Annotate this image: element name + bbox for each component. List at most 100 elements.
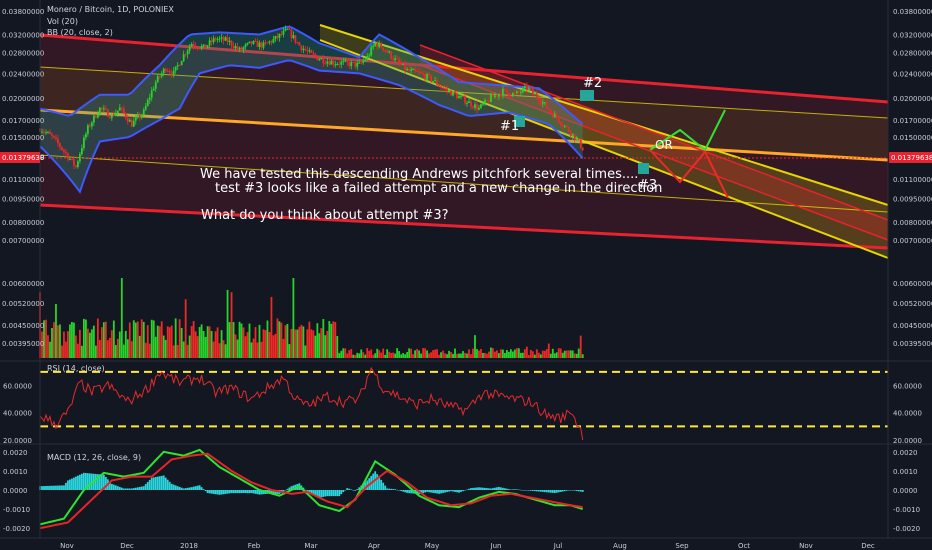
- chart-window: 60.0000 60.0000 40.0000 40.0000 20.0000 20.00…: [0, 0, 932, 550]
- macd-histogram-bar: [320, 490, 323, 498]
- volume-bar: [210, 330, 213, 358]
- marker-2-label: #2: [583, 76, 602, 91]
- volume-bar: [545, 349, 548, 358]
- volume-bar: [557, 348, 560, 358]
- volume-bar: [350, 348, 353, 358]
- macd-axis-label-left: -0.0010: [3, 506, 30, 514]
- candle-body: [551, 113, 554, 118]
- candle-body: [308, 50, 311, 52]
- candle-body: [527, 88, 530, 91]
- time-axis-label: Dec: [120, 542, 134, 550]
- candle-body: [472, 106, 474, 108]
- volume-bar: [498, 353, 500, 358]
- price-chart[interactable]: 60.0000 60.000040.0000 40.000020.0000 20.00…: [0, 0, 932, 550]
- volume-bar: [238, 321, 241, 358]
- volume-bar: [286, 323, 289, 358]
- candle-body: [362, 61, 365, 63]
- macd-axis-label-right: 0.0000: [893, 487, 918, 495]
- volume-bar: [414, 350, 417, 358]
- macd-histogram-bar: [354, 490, 357, 491]
- volume-bar: [438, 354, 440, 358]
- macd-axis-label-left: 0.0020: [3, 449, 28, 457]
- macd-histogram-bar: [148, 479, 151, 490]
- candle-body: [232, 45, 235, 49]
- candle-body: [519, 92, 522, 94]
- candle-body: [190, 43, 193, 47]
- candle-body: [120, 107, 123, 109]
- or-label: OR: [655, 138, 673, 152]
- macd-histogram-bar: [402, 490, 405, 492]
- candle-body: [47, 131, 49, 133]
- macd-histogram-bar: [450, 490, 452, 492]
- volume-bar: [282, 338, 285, 358]
- candle-body: [73, 158, 75, 166]
- volume-bar: [398, 351, 401, 358]
- volume-bar: [250, 342, 253, 358]
- volume-bar: [352, 354, 355, 358]
- candle-body: [555, 114, 558, 119]
- macd-histogram-bar: [182, 488, 185, 490]
- macd-axis-label-left: 0.0000: [3, 487, 28, 495]
- price-axis-label-right: 0.01500000: [893, 134, 932, 142]
- volume-bar: [69, 324, 71, 358]
- macd-histogram-bar: [533, 490, 536, 492]
- macd-histogram-bar: [206, 490, 209, 494]
- candle-body: [390, 51, 393, 59]
- macd-histogram-bar: [120, 487, 123, 490]
- macd-histogram-bar: [94, 473, 97, 490]
- annotation-line-1: We have tested this descending Andrews p…: [200, 167, 638, 182]
- macd-histogram-bar: [218, 490, 221, 495]
- macd-histogram-bar: [330, 490, 333, 497]
- macd-histogram-bar: [547, 490, 550, 493]
- volume-bar: [82, 318, 85, 358]
- macd-histogram-bar: [350, 489, 353, 490]
- candle-body: [290, 29, 293, 39]
- macd-histogram-bar: [232, 490, 235, 494]
- volume-bar: [547, 343, 550, 358]
- macd-axis-label-right: -0.0010: [893, 506, 920, 514]
- macd-histogram-bar: [256, 490, 259, 495]
- volume-bar: [256, 342, 259, 358]
- macd-histogram-bar: [71, 478, 73, 490]
- candle-body: [270, 41, 273, 43]
- volume-bar: [476, 349, 478, 358]
- candle-body: [416, 70, 419, 72]
- macd-histogram-bar: [222, 490, 225, 495]
- candle-body: [462, 95, 464, 97]
- volume-bar: [158, 326, 161, 358]
- macd-histogram-bar: [579, 490, 582, 492]
- macd-histogram-bar: [462, 490, 464, 492]
- candle-body: [388, 51, 391, 53]
- macd-axis-label-left: -0.0020: [3, 525, 30, 533]
- volume-bar: [388, 351, 391, 358]
- candle-body: [98, 107, 101, 115]
- candle-body: [378, 42, 381, 47]
- macd-histogram-bar: [446, 490, 448, 493]
- macd-histogram-bar: [523, 490, 526, 491]
- candle-body: [222, 37, 225, 41]
- volume-bar: [502, 349, 504, 358]
- candle-body: [264, 42, 267, 44]
- candle-body: [81, 148, 83, 155]
- volume-bar: [156, 325, 159, 358]
- candle-body: [324, 63, 327, 65]
- volume-bar: [328, 321, 331, 358]
- candle-body: [404, 63, 407, 71]
- candle-body: [194, 45, 197, 48]
- candle-body: [90, 122, 93, 127]
- candle-body: [314, 54, 317, 57]
- candle-body: [414, 68, 417, 71]
- macd-histogram-bar: [515, 489, 518, 490]
- macd-histogram-bar: [537, 490, 540, 492]
- candle-body: [92, 115, 95, 123]
- macd-histogram-bar: [406, 490, 409, 493]
- candle-body: [182, 54, 185, 62]
- candle-body: [94, 115, 97, 118]
- volume-bar: [270, 296, 273, 358]
- volume-bar: [198, 327, 201, 358]
- volume-bar: [296, 329, 299, 358]
- volume-bar: [246, 332, 249, 358]
- candle-body: [452, 91, 454, 96]
- candle-body: [156, 76, 159, 83]
- candle-body: [296, 42, 299, 44]
